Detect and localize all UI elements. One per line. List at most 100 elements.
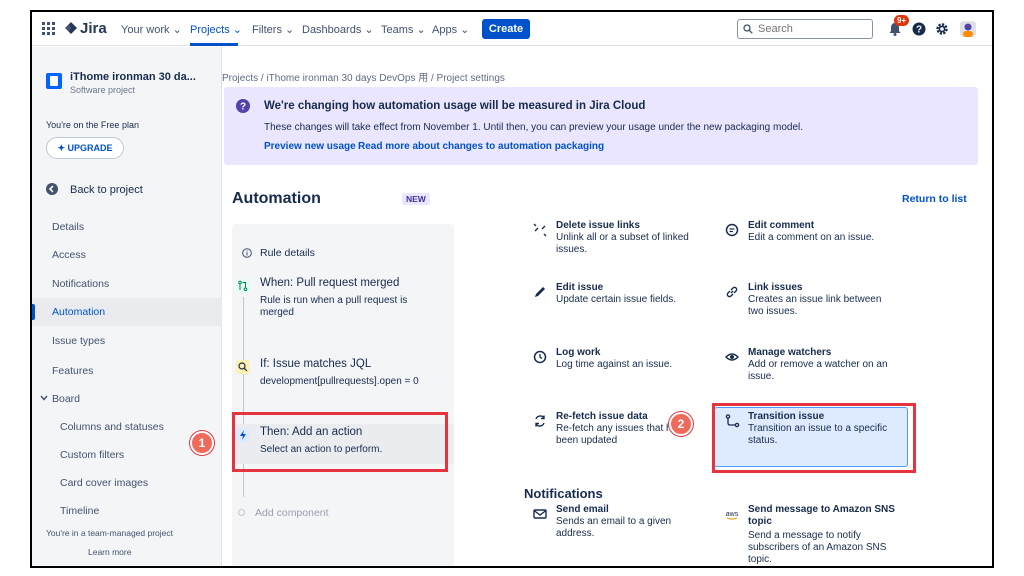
- action-desc: Creates an issue link between two issues…: [748, 294, 882, 317]
- sidebar-item-card-cover-images[interactable]: Card cover images: [32, 469, 222, 497]
- callout-1-badge: 1: [190, 431, 214, 455]
- page-title: Automation: [232, 190, 321, 207]
- rule-details-item[interactable]: Rule details: [232, 236, 454, 270]
- upgrade-label: UPGRADE: [67, 143, 113, 153]
- action-manage-watchers[interactable]: Manage watchers Add or remove a watcher …: [724, 347, 904, 383]
- sidebar-item-board[interactable]: Board: [32, 385, 222, 413]
- svg-text:aws: aws: [726, 511, 739, 518]
- app-frame: Jira Your work ⌄ Projects ⌄ Filters ⌄ Da…: [30, 10, 994, 568]
- add-component-dot-icon: [238, 509, 245, 516]
- sidebar-item-timeline[interactable]: Timeline: [32, 497, 222, 525]
- pencil-icon: [535, 287, 545, 297]
- unlink-icon: [533, 223, 547, 237]
- action-title: Log work: [556, 347, 601, 358]
- notification-badge: 9+: [894, 15, 910, 26]
- action-log-work[interactable]: Log work Log time against an issue.: [532, 347, 712, 383]
- jira-mark-icon: [65, 22, 77, 34]
- jql-search-icon: [236, 360, 250, 374]
- action-desc: Send a message to notify subscribers of …: [748, 530, 887, 565]
- settings-gear-icon[interactable]: [935, 22, 949, 36]
- nav-projects[interactable]: Projects ⌄: [190, 23, 242, 36]
- action-delete-issue-links[interactable]: Delete issue links Unlink all or a subse…: [532, 220, 712, 256]
- nav-your-work[interactable]: Your work ⌄: [121, 23, 182, 36]
- condition-step[interactable]: If: Issue matches JQL development[pullre…: [232, 356, 454, 396]
- action-desc: Sends an email to a given address.: [556, 516, 672, 539]
- trigger-title: When: Pull request merged: [260, 277, 400, 289]
- nav-dashboards[interactable]: Dashboards ⌄: [302, 23, 374, 36]
- info-icon: [242, 248, 252, 258]
- read-more-link[interactable]: Read more about changes to automation pa…: [358, 141, 604, 152]
- action-send-sns-message[interactable]: aws Send message to Amazon SNS topic Sen…: [724, 504, 904, 565]
- preview-usage-link[interactable]: Preview new usage: [264, 141, 356, 152]
- callout-1-highlight: [232, 412, 448, 472]
- svg-text:?: ?: [240, 102, 246, 113]
- comment-icon: [725, 223, 739, 237]
- question-circle-icon: ?: [236, 99, 250, 113]
- back-arrow-icon: [46, 183, 58, 195]
- project-type: Software project: [70, 85, 136, 95]
- condition-title: If: Issue matches JQL: [260, 358, 372, 370]
- trigger-step[interactable]: When: Pull request merged Rule is run wh…: [232, 275, 454, 325]
- condition-desc: development[pullrequests].open = 0: [260, 376, 419, 387]
- back-label: Back to project: [70, 184, 143, 196]
- search-box[interactable]: [737, 19, 873, 39]
- add-component-button[interactable]: Add component: [238, 507, 329, 519]
- aws-icon: aws: [726, 511, 739, 520]
- nav-teams[interactable]: Teams ⌄: [381, 23, 426, 36]
- action-desc: Log time against an issue.: [556, 359, 673, 370]
- action-edit-comment[interactable]: Edit comment Edit a comment on an issue.: [724, 220, 904, 256]
- nav-apps[interactable]: Apps ⌄: [432, 23, 469, 36]
- action-title: Manage watchers: [748, 347, 832, 358]
- action-title: Edit issue: [556, 282, 604, 293]
- action-desc: Update certain issue fields.: [556, 294, 677, 305]
- create-button[interactable]: Create: [482, 19, 530, 39]
- eye-icon: [725, 353, 739, 361]
- action-send-email[interactable]: Send email Sends an email to a given add…: [532, 504, 712, 540]
- nav-filters[interactable]: Filters ⌄: [252, 23, 294, 36]
- banner-separator: ·: [350, 141, 354, 152]
- automation-usage-banner: ? We're changing how automation usage wi…: [224, 87, 978, 165]
- help-icon[interactable]: ?: [912, 22, 926, 36]
- project-sidebar: iThome ironman 30 da... Software project…: [32, 47, 222, 566]
- project-name[interactable]: iThome ironman 30 da...: [70, 71, 196, 83]
- sidebar-item-features[interactable]: Features: [32, 357, 222, 385]
- action-title: Send message to Amazon SNS topic: [748, 504, 895, 527]
- user-avatar[interactable]: [960, 21, 976, 37]
- email-icon: [533, 509, 547, 519]
- action-edit-issue[interactable]: Edit issue Update certain issue fields.: [532, 282, 712, 318]
- action-desc: Add or remove a watcher on an issue.: [748, 359, 888, 382]
- action-title: Send email: [556, 504, 609, 515]
- banner-body: These changes will take effect from Nove…: [264, 122, 803, 133]
- sidebar-item-automation[interactable]: Automation: [32, 298, 222, 326]
- return-to-list-link[interactable]: Return to list: [902, 193, 967, 205]
- breadcrumb[interactable]: Projects / iThome ironman 30 days DevOps…: [222, 69, 505, 84]
- active-nav-indicator: [190, 43, 238, 46]
- sidebar-item-issue-types[interactable]: Issue types: [32, 327, 222, 355]
- app-switcher-icon[interactable]: [42, 22, 56, 36]
- action-link-issues[interactable]: Link issues Creates an issue link betwee…: [724, 282, 904, 318]
- svg-text:?: ?: [916, 25, 922, 36]
- chevron-down-icon: [40, 395, 48, 401]
- sidebar-item-access[interactable]: Access: [32, 241, 222, 269]
- sidebar-item-details[interactable]: Details: [32, 213, 222, 241]
- search-icon: [743, 24, 753, 34]
- link-icon: [726, 286, 738, 298]
- rule-details-label: Rule details: [260, 247, 315, 259]
- sparkle-icon: ✦: [57, 143, 68, 153]
- action-title: Edit comment: [748, 220, 815, 231]
- jira-logo[interactable]: Jira: [64, 20, 107, 37]
- action-title: Delete issue links: [556, 220, 640, 231]
- top-navigation: Jira Your work ⌄ Projects ⌄ Filters ⌄ Da…: [32, 12, 992, 46]
- callout-2-highlight: [712, 403, 916, 473]
- pull-request-icon: [236, 279, 250, 293]
- plan-text: You're on the Free plan: [46, 120, 139, 130]
- sidebar-item-notifications[interactable]: Notifications: [32, 270, 222, 298]
- notifications-section-title: Notifications: [524, 486, 603, 501]
- search-input[interactable]: [758, 22, 868, 36]
- new-badge: NEW: [402, 193, 430, 205]
- learn-more-link[interactable]: Learn more: [88, 547, 131, 557]
- banner-title: We're changing how automation usage will…: [264, 100, 646, 112]
- back-to-project-link[interactable]: Back to project: [46, 183, 143, 196]
- upgrade-button[interactable]: ✦ UPGRADE: [46, 137, 124, 159]
- callout-2-badge: 2: [669, 412, 693, 436]
